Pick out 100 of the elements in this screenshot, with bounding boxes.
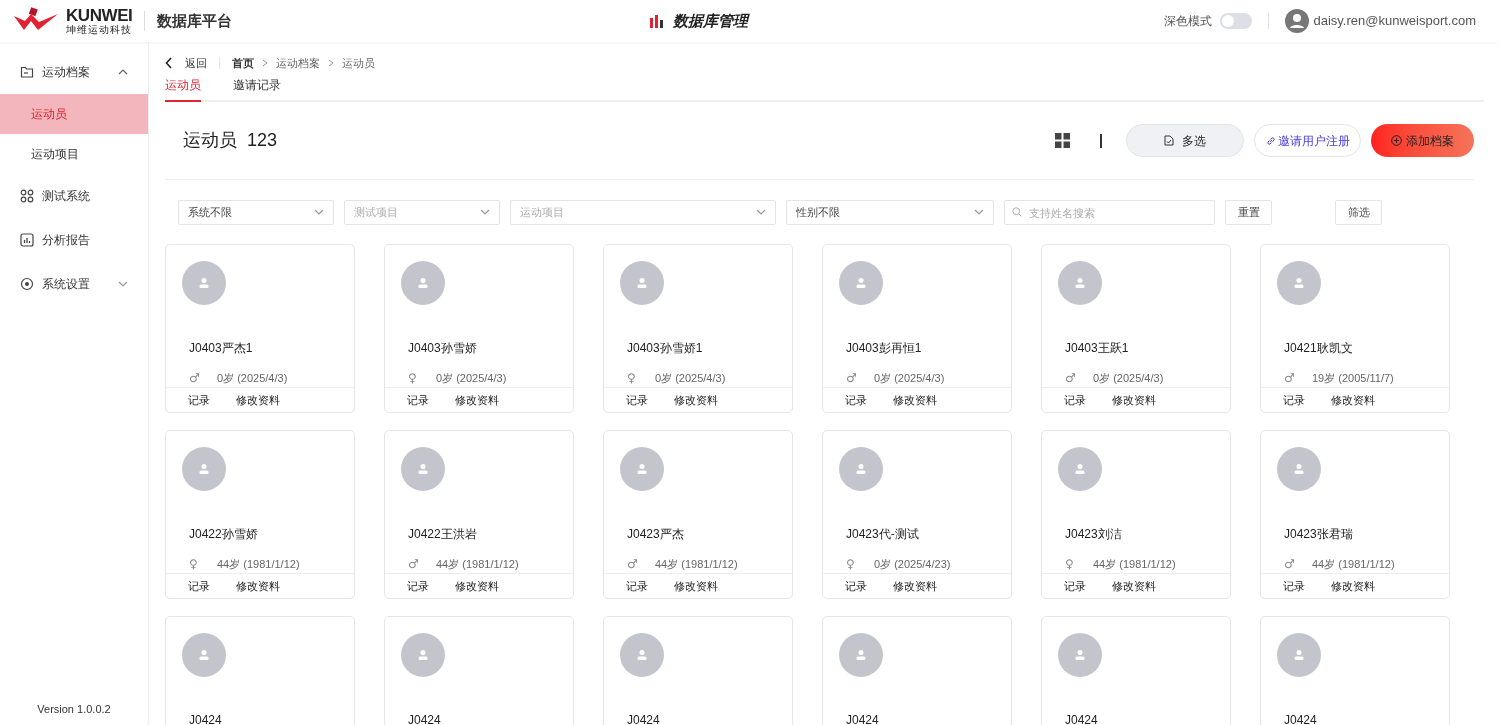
records-link[interactable]: 记录: [626, 391, 648, 409]
edit-profile-link[interactable]: 修改资料: [236, 391, 280, 409]
edit-profile-link[interactable]: 修改资料: [1331, 391, 1375, 409]
athlete-card[interactable]: J0403王跃1 ♂ 0岁 (2025/4/3) 记录 修改资料: [1041, 244, 1231, 413]
avatar-placeholder: [620, 633, 664, 677]
athlete-card[interactable]: J0424: [384, 616, 574, 725]
gender-symbol: ♀: [1065, 556, 1075, 573]
edit-profile-link[interactable]: 修改资料: [674, 391, 718, 409]
athlete-card[interactable]: J0421耿凯文 ♂ 19岁 (2005/11/7) 记录 修改资料: [1260, 244, 1450, 413]
athlete-name: J0403孙雪娇1: [627, 340, 704, 357]
athlete-card[interactable]: J0403孙雪娇1 ♀ 0岁 (2025/4/3) 记录 修改资料: [603, 244, 793, 413]
athlete-age: 44岁 (1981/1/12): [655, 556, 738, 572]
records-link[interactable]: 记录: [845, 391, 867, 409]
brand-name: KUNWEI: [66, 7, 133, 24]
document-check-icon: [1164, 135, 1174, 146]
gender-symbol: ♂: [189, 370, 199, 387]
edit-profile-link[interactable]: 修改资料: [455, 577, 499, 595]
back-button[interactable]: 返回: [185, 54, 207, 72]
athlete-age: 44岁 (1981/1/12): [1093, 556, 1176, 572]
athlete-card[interactable]: J0403孙雪娇 ♀ 0岁 (2025/4/3) 记录 修改资料: [384, 244, 574, 413]
edit-profile-link[interactable]: 修改资料: [455, 391, 499, 409]
records-link[interactable]: 记录: [188, 577, 210, 595]
athlete-card[interactable]: J0403彭再恒1 ♂ 0岁 (2025/4/3) 记录 修改资料: [822, 244, 1012, 413]
records-link[interactable]: 记录: [1064, 577, 1086, 595]
athlete-card[interactable]: J0424: [1041, 616, 1231, 725]
breadcrumb-link[interactable]: 首页: [232, 54, 254, 72]
avatar-placeholder: [839, 261, 883, 305]
gender-symbol: ♀: [408, 370, 418, 387]
athlete-card[interactable]: J0424: [1260, 616, 1450, 725]
reset-button[interactable]: 重置: [1225, 199, 1272, 225]
filter-button[interactable]: 筛选: [1335, 199, 1382, 225]
records-link[interactable]: 记录: [1064, 391, 1086, 409]
athlete-name: J0424: [408, 712, 442, 725]
edit-profile-link[interactable]: 修改资料: [236, 577, 280, 595]
records-link[interactable]: 记录: [1283, 391, 1305, 409]
link-icon: [1265, 135, 1276, 146]
athlete-card[interactable]: J0403严杰1 ♂ 0岁 (2025/4/3) 记录 修改资料: [165, 244, 355, 413]
records-link[interactable]: 记录: [1283, 577, 1305, 595]
gender-symbol: ♂: [1284, 556, 1294, 573]
edit-profile-link[interactable]: 修改资料: [1112, 577, 1156, 595]
avatar-placeholder: [182, 447, 226, 491]
edit-profile-link[interactable]: 修改资料: [1112, 391, 1156, 409]
athlete-age: 0岁 (2025/4/3): [436, 370, 507, 386]
version-label: Version 1.0.0.2: [36, 701, 112, 717]
avatar-placeholder: [1058, 261, 1102, 305]
brand-subtitle: 坤维运动科技: [66, 25, 133, 35]
athlete-card[interactable]: J0424: [603, 616, 793, 725]
athlete-age: 44岁 (1981/1/12): [217, 556, 300, 572]
athlete-age: 0岁 (2025/4/23): [874, 556, 951, 572]
gender-symbol: ♂: [627, 556, 637, 573]
edit-profile-link[interactable]: 修改资料: [893, 391, 937, 409]
dropdown-field[interactable]: 性别不限: [786, 199, 994, 225]
athlete-card[interactable]: J0424: [822, 616, 1012, 725]
breadcrumb-link[interactable]: 运动档案: [276, 54, 320, 72]
athlete-name: J0423代-测试: [846, 526, 920, 543]
gender-symbol: ♂: [408, 556, 418, 573]
breadcrumb-link[interactable]: 运动员: [342, 54, 375, 72]
dropdown-field[interactable]: 系统不限: [178, 199, 334, 225]
athlete-age: 19岁 (2005/11/7): [1312, 370, 1394, 386]
records-link[interactable]: 记录: [626, 577, 648, 595]
edit-profile-link[interactable]: 修改资料: [674, 577, 718, 595]
gender-symbol: ♂: [846, 370, 856, 387]
tab[interactable]: 邀请记录: [233, 76, 281, 102]
athlete-name: J0423刘洁: [1065, 526, 1123, 543]
sidebar-item[interactable]: 运动档案: [0, 50, 148, 94]
sidebar-item[interactable]: 分析报告: [0, 218, 148, 262]
records-link[interactable]: 记录: [407, 391, 429, 409]
athlete-name: J0403彭再恒1: [846, 340, 923, 357]
add-record-button[interactable]: 添加档案: [1371, 124, 1474, 157]
invite-user-button[interactable]: 邀请用户注册: [1254, 124, 1361, 157]
athlete-card[interactable]: J0422王洪岩 ♂ 44岁 (1981/1/12) 记录 修改资料: [384, 430, 574, 599]
records-link[interactable]: 记录: [845, 577, 867, 595]
athlete-age: 44岁 (1981/1/12): [436, 556, 519, 572]
search-field[interactable]: 支持姓名搜索: [1004, 200, 1215, 225]
sidebar-item[interactable]: 系统设置: [0, 262, 148, 306]
multi-select-button[interactable]: 多选: [1126, 124, 1244, 157]
athlete-card[interactable]: J0423严杰 ♂ 44岁 (1981/1/12) 记录 修改资料: [603, 430, 793, 599]
sidebar-subitem[interactable]: 运动项目: [0, 134, 148, 174]
edit-profile-link[interactable]: 修改资料: [893, 577, 937, 595]
athlete-card[interactable]: J0423刘洁 ♀ 44岁 (1981/1/12) 记录 修改资料: [1041, 430, 1231, 599]
records-link[interactable]: 记录: [407, 577, 429, 595]
athlete-card[interactable]: J0424: [165, 616, 355, 725]
athlete-card[interactable]: J0422孙雪娇 ♀ 44岁 (1981/1/12) 记录 修改资料: [165, 430, 355, 599]
gender-symbol: ♀: [846, 556, 856, 573]
athlete-card[interactable]: J0423张君瑞 ♂ 44岁 (1981/1/12) 记录 修改资料: [1260, 430, 1450, 599]
athlete-name: J0422孙雪娇: [189, 526, 259, 543]
edit-profile-link[interactable]: 修改资料: [1331, 577, 1375, 595]
user-avatar-icon: [1285, 9, 1310, 33]
records-link[interactable]: 记录: [188, 391, 210, 409]
tab[interactable]: 运动员: [165, 76, 201, 102]
avatar-placeholder: [1058, 447, 1102, 491]
dark-mode-toggle[interactable]: [1220, 13, 1253, 29]
sidebar-item[interactable]: 测试系统: [0, 174, 148, 218]
chevron-down-icon: [314, 209, 324, 215]
avatar-placeholder: [839, 447, 883, 491]
athlete-card[interactable]: J0423代-测试 ♀ 0岁 (2025/4/23) 记录 修改资料: [822, 430, 1012, 599]
athlete-name: J0424: [846, 712, 880, 725]
avatar-placeholder: [401, 261, 445, 305]
dark-mode-label: 深色模式: [1164, 13, 1213, 29]
grid-view-button[interactable]: [1055, 133, 1070, 148]
